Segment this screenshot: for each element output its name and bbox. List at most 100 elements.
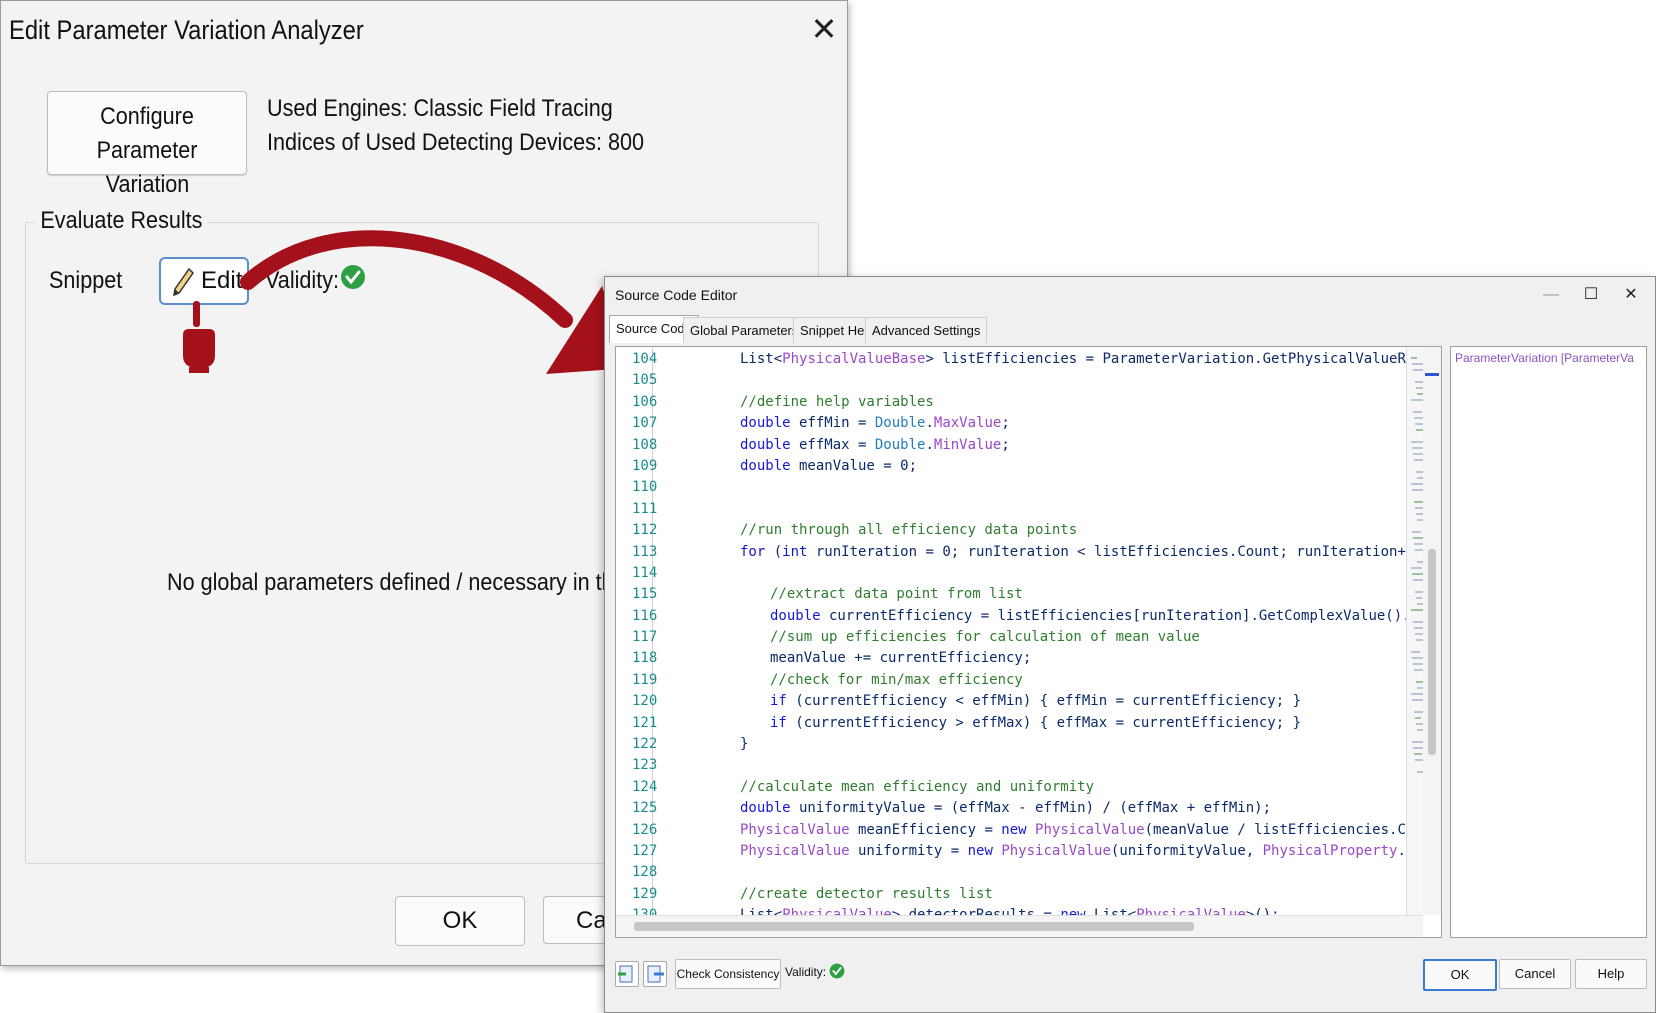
editor-title: Source Code Editor [615,287,738,303]
code-line[interactable]: 112 //run through all efficiency data poi… [616,520,1424,541]
close-icon[interactable]: ✕ [809,11,839,47]
line-number: 126 [632,821,658,838]
minimap-line [1412,447,1423,449]
code-text: //run through all efficiency data points [740,522,1078,539]
code-text: //extract data point from list [770,586,1023,603]
code-line[interactable]: 122} [616,734,1424,755]
line-number: 125 [632,800,658,817]
code-text: double meanValue = 0; [740,457,918,474]
minimize-icon[interactable]: — [1531,281,1571,309]
code-line[interactable]: 106 //define help variables [616,392,1424,413]
code-text: //check for min/max efficiency [770,671,1023,688]
line-number: 121 [632,714,658,731]
scroll-position-marker [1425,373,1439,376]
cancel-button[interactable]: Cancel [1499,959,1571,989]
check-consistency-button[interactable]: Check Consistency [675,959,781,989]
line-number: 118 [632,650,658,667]
tree-root-item[interactable]: ParameterVariation [ParameterVa [1455,351,1645,365]
ok-button[interactable]: OK [1423,959,1497,991]
code-line[interactable]: 115 //extract data point from list [616,584,1424,605]
code-line[interactable]: 111 [616,499,1424,520]
pointing-hand-icon [179,301,219,378]
export-icon[interactable] [643,961,667,987]
vertical-scrollbar[interactable] [1423,347,1441,915]
code-line[interactable]: 114 [616,563,1424,584]
maximize-icon[interactable]: ☐ [1571,281,1611,309]
configure-parameter-variation-button[interactable]: Configure Parameter Variation [47,91,247,198]
line-number: 110 [632,479,658,496]
code-text: if (currentEfficiency < effMin) { effMin… [770,693,1302,710]
evaluate-results-label: Evaluate Results [35,207,208,235]
line-number: 120 [632,693,658,710]
minimap-line [1415,633,1423,635]
code-line[interactable]: 104 List<PhysicalValueBase> listEfficienc… [616,349,1441,370]
dialog-title: Edit Parameter Variation Analyzer [9,15,364,45]
minimap-line [1414,753,1422,755]
code-line[interactable]: 109 double meanValue = 0; [616,456,1424,477]
code-line[interactable]: 125 double uniformityValue = (effMax - ef… [616,798,1424,819]
horizontal-scroll-thumb[interactable] [634,922,1194,931]
line-number: 109 [632,457,658,474]
code-text: meanValue += currentEfficiency; [770,650,1032,667]
code-editor[interactable]: 104 List<PhysicalValueBase> listEfficienc… [615,346,1442,938]
code-text: double effMin = Double.MaxValue; [740,415,1010,432]
check-circle-icon [340,264,366,295]
tab-global-parameters[interactable]: Global Parameters [683,317,806,343]
code-line[interactable]: 117 //sum up efficiencies for calculation… [616,627,1424,648]
code-line[interactable]: 116 double currentEfficiency = listEffici… [616,606,1441,627]
code-line[interactable]: 124 //calculate mean efficiency and unifo… [616,777,1424,798]
line-number: 108 [632,436,658,453]
code-line[interactable]: 118 meanValue += currentEfficiency; [616,648,1424,669]
help-button[interactable]: Help [1575,959,1647,989]
code-text: //sum up efficiencies for calculation of… [770,629,1200,646]
code-lines: 104 List<PhysicalValueBase> listEfficienc… [616,349,1441,937]
ok-button[interactable]: OK [395,896,525,946]
line-number: 127 [632,842,658,859]
code-line[interactable]: 123 [616,755,1424,776]
code-line[interactable]: 121 if (currentEfficiency > effMax) { eff… [616,713,1424,734]
line-number: 128 [632,864,658,881]
configure-button-line2: Variation [105,171,189,198]
line-number: 116 [632,607,658,624]
code-text: if (currentEfficiency > effMax) { effMax… [770,714,1302,731]
code-text: //create detector results list [740,885,993,902]
line-number: 119 [632,671,658,688]
code-line[interactable]: 119 //check for min/max efficiency [616,670,1424,691]
code-text: PhysicalValue meanEfficiency = new Physi… [740,821,1442,838]
edit-button-label: Edit [201,267,243,294]
line-number: 106 [632,393,658,410]
code-text: List<PhysicalValueBase> listEfficiencies… [740,351,1442,367]
snippet-label: Snippet [49,267,123,294]
code-line[interactable]: 110 [616,477,1424,498]
code-text: PhysicalValue uniformity = new PhysicalV… [740,842,1441,859]
code-line[interactable]: 108 double effMax = Double.MinValue; [616,435,1424,456]
code-line[interactable]: 107 double effMin = Double.MaxValue; [616,413,1424,434]
line-number: 117 [632,629,658,646]
code-line[interactable]: 128 [616,862,1424,883]
tab-advanced-settings[interactable]: Advanced Settings [865,317,988,343]
code-line[interactable]: 113 for (int runIteration = 0; runIterati… [616,542,1440,563]
minimap-line [1411,651,1420,653]
editor-bottom-bar: Check Consistency Validity: OK Cancel He… [605,949,1655,1011]
code-line[interactable]: 126 PhysicalValue meanEfficiency = new Ph… [616,820,1441,841]
minimap-line [1412,531,1421,533]
code-line[interactable]: 129 //create detector results list [616,884,1424,905]
close-icon[interactable]: ✕ [1611,281,1651,309]
horizontal-scrollbar[interactable] [616,915,1423,937]
code-text: double effMax = Double.MinValue; [740,436,1010,453]
line-number: 115 [632,586,658,603]
edit-snippet-button[interactable]: Edit [159,257,249,305]
code-line[interactable]: 127 PhysicalValue uniformity = new Physic… [616,841,1441,862]
snippet-tree-panel[interactable]: ParameterVariation [ParameterVa [1450,346,1647,938]
code-line[interactable]: 120 if (currentEfficiency < effMin) { eff… [616,691,1424,712]
code-text: double uniformityValue = (effMax - effMi… [740,800,1272,817]
code-text: double currentEfficiency = listEfficienc… [770,607,1442,624]
validity-label: Validity: [265,267,340,294]
code-line[interactable]: 105 [616,370,1424,391]
no-parameters-message: No global parameters defined / necessary… [167,569,630,596]
validity-label: Validity: [785,965,827,979]
line-number: 114 [632,564,658,581]
vertical-scroll-thumb[interactable] [1428,549,1436,755]
import-icon[interactable] [615,961,639,987]
line-number: 123 [632,757,658,774]
